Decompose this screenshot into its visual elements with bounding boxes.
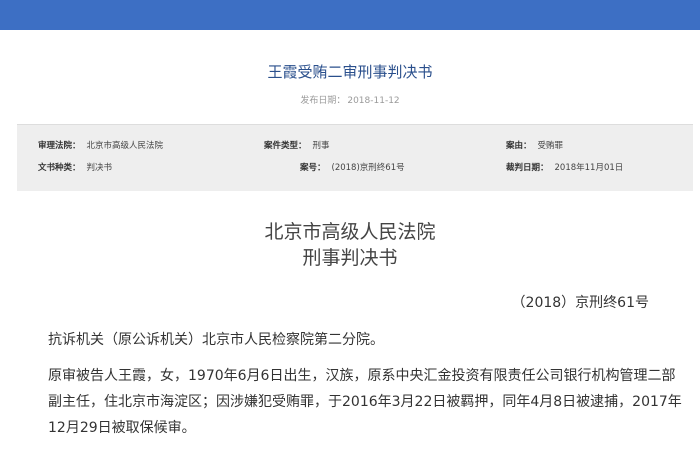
doc-type-value: 判决书 [86, 163, 113, 173]
court-field: 审理法院： 北京市高级人民法院 [38, 136, 163, 156]
cause-label: 案由： [506, 141, 532, 151]
publish-date: 发布日期： 2018-11-12 [0, 95, 700, 107]
publish-date-label: 发布日期： [300, 96, 346, 106]
case-info-row: 文书种类： 判决书 案号： (2018)京刑终61号 裁判日期： 2018年11月01… [17, 158, 693, 178]
judgment-date-field: 裁判日期： 2018年11月01日 [506, 158, 623, 178]
body-paragraph: 抗诉机关（原公诉机关）北京市人民检察院第二分院。 [48, 332, 384, 348]
judgment-date-label: 裁判日期： [506, 163, 549, 173]
court-heading: 北京市高级人民法院 [264, 221, 436, 243]
judgment-heading: 刑事判决书 [302, 247, 398, 269]
judgment-date-value: 2018年11月01日 [554, 163, 624, 173]
case-info-panel: 审理法院： 北京市高级人民法院 案件类型： 刑事 案由： 受贿罪 文书种类： 判决书 案… [17, 124, 693, 191]
doc-type-label: 文书种类： [38, 163, 81, 173]
cause-field: 案由： 受贿罪 [506, 136, 563, 156]
case-no-label: 案号： [300, 163, 326, 173]
doc-type-field: 文书种类： 判决书 [38, 158, 112, 178]
top-banner [0, 0, 700, 30]
court-label: 审理法院： [38, 141, 81, 151]
case-type-label: 案件类型： [264, 141, 307, 151]
court-value: 北京市高级人民法院 [86, 141, 164, 151]
publish-date-value: 2018-11-12 [347, 96, 400, 106]
page-title: 王霞受贿二审刑事判决书 [267, 63, 433, 81]
case-number: （2018）京刑终61号 [511, 295, 649, 311]
cause-value: 受贿罪 [537, 141, 564, 151]
case-info-row: 审理法院： 北京市高级人民法院 案件类型： 刑事 案由： 受贿罪 [17, 136, 693, 156]
case-no-value: (2018)京刑终61号 [331, 163, 405, 173]
case-no-field: 案号： (2018)京刑终61号 [300, 158, 405, 178]
body-paragraph: 原审被告人王霞，女，1970年6月6日出生，汉族，原系中央汇金投资有限责任公司银… [48, 368, 682, 436]
case-type-value: 刑事 [312, 141, 330, 151]
case-type-field: 案件类型： 刑事 [264, 136, 330, 156]
